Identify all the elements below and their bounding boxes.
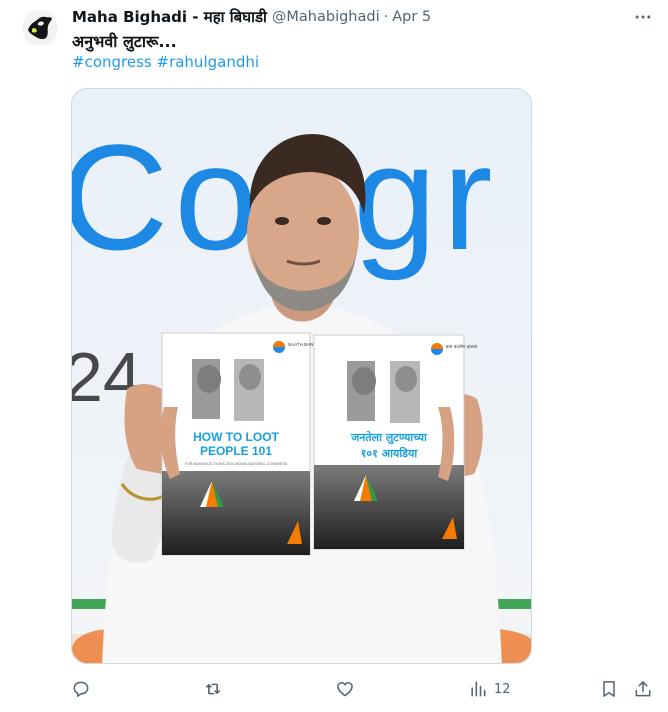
tweet-text: अनुभवी लुटारू... — [72, 32, 177, 51]
tweet-header: Maha Bighadi - महा बिघाडी @Mahabighadi ·… — [72, 6, 431, 28]
separator-dot: · — [383, 9, 389, 25]
right-booklet-brand: हाथ बदलेगा हालात — [446, 343, 478, 350]
tweet-date[interactable]: Apr 5 — [392, 9, 431, 25]
reply-button[interactable] — [71, 676, 91, 702]
share-button[interactable] — [633, 676, 653, 702]
like-button[interactable] — [335, 676, 355, 702]
retweet-icon — [206, 683, 220, 695]
hashtag-line: #congress #rahulgandhi — [72, 53, 259, 71]
views-icon — [471, 681, 486, 697]
action-bar: 12 — [0, 676, 668, 702]
avatar[interactable] — [22, 10, 58, 46]
display-name[interactable]: Maha Bighadi - महा बिघाडी — [72, 7, 267, 27]
like-icon — [337, 682, 353, 697]
reply-icon — [73, 681, 89, 697]
hashtag-rahulgandhi[interactable]: #rahulgandhi — [157, 53, 260, 71]
tweet-media-photo[interactable]: Congr 24 — [71, 88, 532, 664]
right-booklet-title-line2: १०१ आयडिया — [361, 446, 419, 460]
more-button[interactable] — [632, 6, 654, 28]
left-booklet-title-line2: PEOPLE 101 — [200, 444, 272, 458]
retweet-button[interactable] — [203, 676, 223, 702]
bookmark-icon — [603, 681, 615, 697]
left-booklet-subtitle: FOR MAHA ELECTIONS 2024 INDIAN NATIONAL … — [185, 462, 288, 466]
views-button[interactable]: 12 — [468, 676, 511, 702]
bookmark-button[interactable] — [599, 676, 619, 702]
views-count: 12 — [494, 681, 511, 697]
tweet[interactable]: Maha Bighadi - महा बिघाडी @Mahabighadi ·… — [0, 0, 668, 712]
hashtag-congress[interactable]: #congress — [72, 53, 152, 71]
share-icon — [635, 681, 651, 697]
right-booklet-title-line1: जनतेला लुटण्याच्या — [350, 430, 428, 445]
more-icon — [635, 15, 651, 19]
left-booklet-title-line1: HOW TO LOOT — [193, 430, 279, 444]
photo: Congr 24 — [72, 89, 531, 663]
avatar-image — [22, 10, 58, 46]
user-handle[interactable]: @Mahabighadi — [272, 9, 380, 25]
